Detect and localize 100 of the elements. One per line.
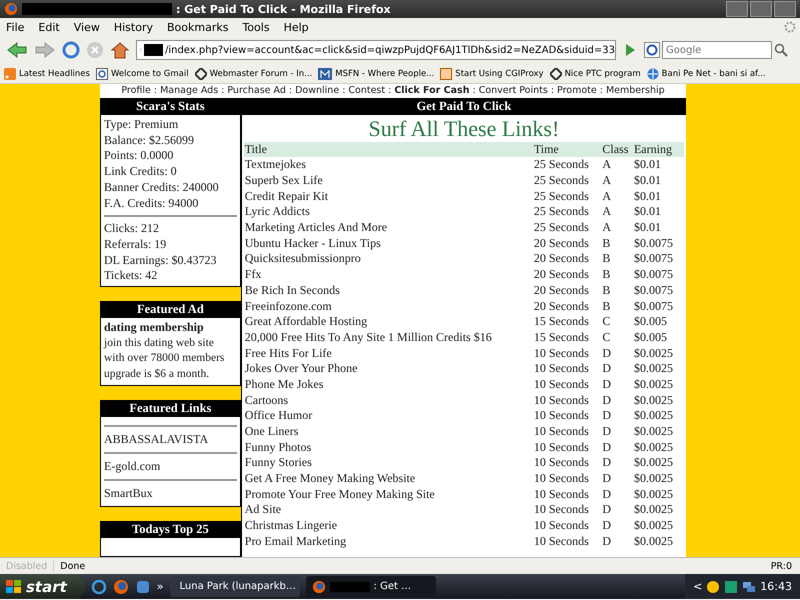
table-cell-text: 10 Seconds (532, 392, 590, 408)
bookmark-link[interactable]: Nice PTC program (550, 68, 641, 80)
url-text: /index.php?view=account&ac=click&sid=qiwzpPujdQF6AJ1TlDh&sid2=NeZAD&siduid=33 (164, 44, 615, 56)
ad-link[interactable]: Office Humor (244, 408, 533, 424)
ad-link[interactable]: Pro Email Marketing (244, 534, 533, 550)
menu-item[interactable]: Tools (242, 20, 270, 34)
bookmark-link[interactable]: MSFN - Where People... (318, 68, 434, 80)
network-icon[interactable] (742, 580, 756, 594)
overflow-chevron[interactable]: » (156, 580, 164, 593)
table-cell-text: $0.0025 (632, 439, 674, 456)
home-icon[interactable] (110, 41, 130, 59)
menu-item[interactable]: Bookmarks (166, 20, 228, 34)
ad-link[interactable]: Get A Free Money Making Website (244, 470, 533, 486)
nav-link[interactable]: Convert Points (478, 84, 548, 98)
nav-link[interactable]: Membership (606, 84, 665, 98)
ad-link[interactable]: Superb Sex Life (244, 172, 533, 188)
search-field[interactable]: Google (662, 41, 772, 59)
table-cell-text: A (601, 172, 612, 188)
table-cell-text: $0.0025 (632, 408, 674, 424)
menu-item[interactable]: Help (284, 20, 309, 34)
menu-item[interactable]: History (114, 20, 153, 34)
nav-link[interactable]: Downline (295, 84, 340, 98)
nav-link[interactable]: Click For Cash (394, 84, 470, 98)
featured-link[interactable]: E-gold.com (104, 458, 160, 473)
bookmark-link[interactable]: Welcome to Gmail (96, 68, 189, 80)
nav-link[interactable]: Purchase Ad (227, 84, 286, 98)
table-cell-text: C (601, 314, 612, 330)
table-cell-text: D (601, 360, 612, 377)
table-cell-text: 10 Seconds (532, 424, 590, 440)
tray-chevron[interactable]: < (693, 580, 702, 593)
ad-link[interactable]: Credit Repair Kit (244, 188, 533, 204)
table-cell-text: 10 Seconds (532, 470, 590, 486)
menu-item[interactable]: File (6, 20, 24, 34)
menu-item[interactable]: Edit (38, 20, 60, 34)
separator: : (550, 84, 556, 98)
ad-link[interactable]: Free Hits For Life (244, 345, 533, 361)
featured-link[interactable]: SmartBux (104, 486, 153, 500)
table-cell-text: D (601, 455, 612, 471)
ad-link[interactable]: Great Affordable Hosting (244, 314, 533, 330)
ad-link[interactable]: Textmejokes (244, 157, 533, 173)
ad-link[interactable]: Ffx (244, 266, 533, 282)
table-cell-text: $0.0025 (632, 392, 674, 408)
stat-text: Link Credits: 0 (104, 164, 178, 180)
ad-link[interactable]: Be Rich In Seconds (244, 282, 533, 298)
ad-link[interactable]: Jokes Over Your Phone (244, 360, 533, 377)
ad-link[interactable]: 20,000 Free Hits To Any Site 1 Million Credits $16 (244, 330, 533, 346)
address-field[interactable]: /index.php?view=account&ac=click&sid=qiwzpPujdQF6AJ1TlDh&sid2=NeZAD&siduid=33 (136, 40, 616, 60)
table-cell-text: D (601, 376, 612, 392)
table-cell-text: $0.0025 (632, 470, 674, 486)
redaction-block (330, 582, 370, 592)
table-cell-text: D (601, 345, 612, 361)
column-header: Class (601, 142, 633, 157)
nav-link[interactable]: Promote (557, 84, 597, 98)
table-cell-text: 25 Seconds (532, 172, 590, 188)
ad-link[interactable]: Phone Me Jokes (244, 376, 533, 392)
ad-link[interactable]: Ad Site (244, 502, 533, 518)
ad-link[interactable]: Cartoons (244, 392, 533, 408)
bookmark-link[interactable]: Bani Pe Net - bani si af... (646, 68, 766, 80)
table-cell: 25 Seconds (532, 157, 602, 173)
table-cell-text: $0.0075 (632, 298, 674, 314)
stat-text: Banner Credits: 240000 (104, 180, 220, 196)
separator: : (288, 84, 294, 98)
bookmark-link[interactable]: Webmaster Forum - In... (194, 68, 312, 80)
ad-headline[interactable]: dating membership (104, 320, 237, 336)
table-cell-text: 10 Seconds (532, 534, 590, 550)
stat-text: Balance: $2.56099 (104, 132, 195, 148)
featured-link[interactable]: ABBASSALAVISTA (104, 432, 208, 446)
ad-link[interactable]: Promote Your Free Money Making Site (244, 486, 533, 502)
ad-link[interactable]: Marketing Articles And More (244, 220, 533, 236)
ad-link[interactable]: Ubuntu Hacker - Linux Tips (244, 235, 533, 252)
separator: : (598, 84, 604, 98)
ad-link[interactable]: Funny Photos (244, 439, 533, 456)
table-cell-text: $0.0075 (632, 235, 674, 252)
ad-link[interactable]: One Liners (244, 424, 533, 440)
table-cell-text: $0.0025 (632, 345, 674, 361)
table-cell-text: B (601, 251, 612, 267)
search-icon[interactable] (774, 43, 788, 57)
page-icon (440, 68, 452, 80)
ad-link[interactable]: Funny Stories (244, 455, 533, 471)
table-cell-text: 25 Seconds (532, 220, 590, 236)
table-cell-text: $0.0075 (632, 266, 674, 282)
bookmark-link[interactable]: Start Using CGIProxy (440, 68, 544, 80)
menu-item[interactable]: View (74, 20, 100, 34)
ad-link[interactable]: Freeinfozone.com (244, 298, 533, 314)
start-button[interactable]: start (0, 574, 85, 599)
panel-header: Featured Links (101, 400, 240, 417)
taskbar-button[interactable]: Luna Park (lunaparkb… (170, 576, 300, 597)
nav-link[interactable]: Profile (121, 84, 151, 98)
panel-header: Scara's Stats (101, 98, 240, 115)
ad-link[interactable]: Quicksitesubmissionpro (244, 251, 533, 267)
taskbar-button[interactable]: : Get … (306, 576, 436, 597)
back-arrow-icon[interactable] (6, 41, 28, 59)
table-cell-text: $0.0025 (632, 518, 674, 534)
table-cell-text: $0.0025 (632, 534, 674, 550)
table-cell-text: $0.0025 (632, 424, 674, 440)
bookmark-link[interactable]: Latest Headlines (4, 68, 90, 80)
ad-link[interactable]: Christmas Lingerie (244, 518, 533, 534)
ad-link[interactable]: Lyric Addicts (244, 204, 533, 220)
nav-link[interactable]: Manage Ads (160, 84, 218, 98)
nav-link[interactable]: Contest (348, 84, 386, 98)
